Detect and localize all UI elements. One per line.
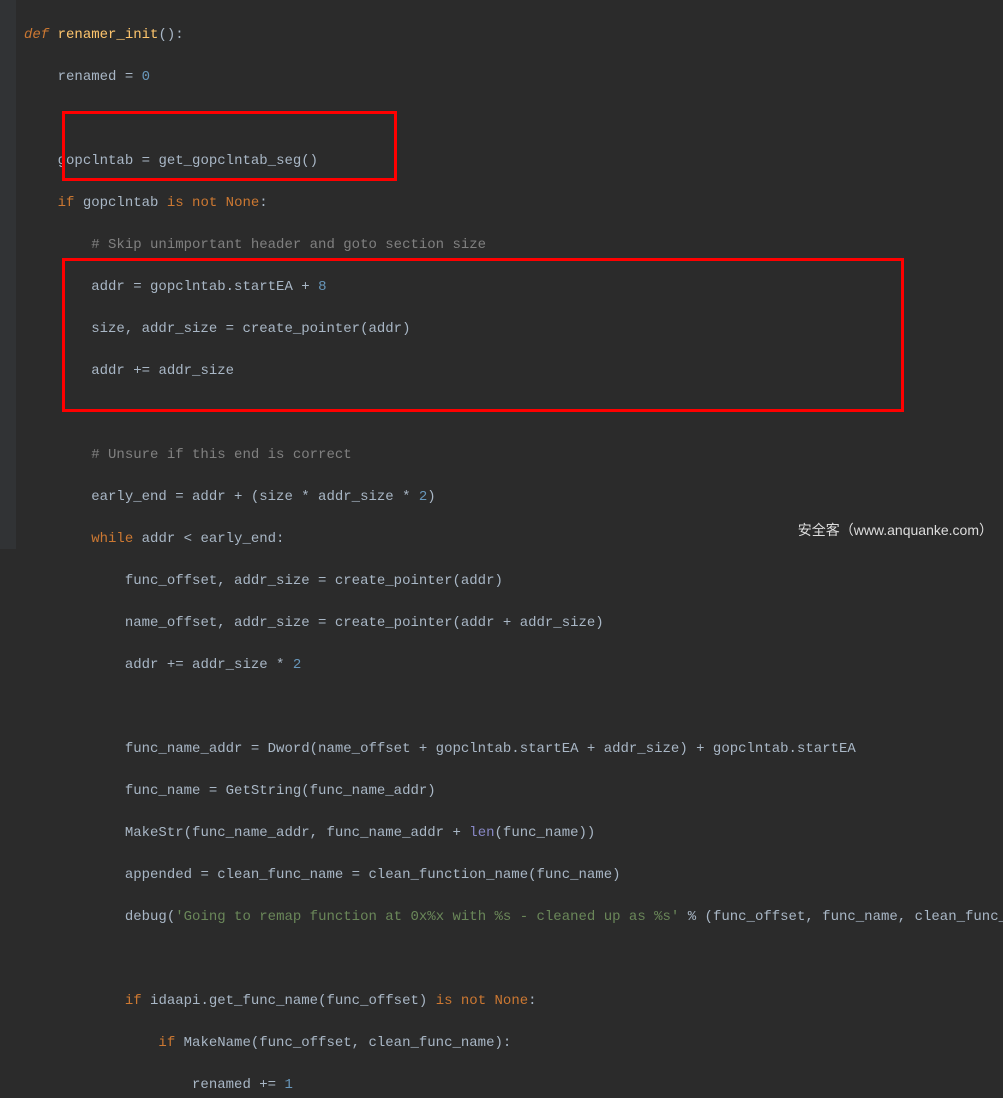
code-line: early_end = addr + (size * addr_size * 2… xyxy=(24,487,1003,508)
code-line: if gopclntab is not None: xyxy=(24,193,1003,214)
keyword-if: if xyxy=(58,195,75,211)
comment: # Skip unimportant header and goto secti… xyxy=(91,237,486,253)
code-line: debug('Going to remap function at 0x%x w… xyxy=(24,907,1003,928)
code-line: # Skip unimportant header and goto secti… xyxy=(24,235,1003,256)
code-line: gopclntab = get_gopclntab_seg() xyxy=(24,151,1003,172)
builtin-len: len xyxy=(469,825,494,841)
code-line: func_name_addr = Dword(name_offset + gop… xyxy=(24,739,1003,760)
code-line: # Unsure if this end is correct xyxy=(24,445,1003,466)
code-line: addr = gopclntab.startEA + 8 xyxy=(24,277,1003,298)
code-line xyxy=(24,697,1003,718)
code-line: addr += addr_size xyxy=(24,361,1003,382)
code-line: appended = clean_func_name = clean_funct… xyxy=(24,865,1003,886)
code-line: renamed += 1 xyxy=(24,1075,1003,1096)
code-line: MakeStr(func_name_addr, func_name_addr +… xyxy=(24,823,1003,844)
code-line xyxy=(24,403,1003,424)
keyword-while: while xyxy=(91,531,133,547)
string-literal: 'Going to remap function at 0x%x with %s… xyxy=(175,909,679,925)
code-line xyxy=(24,949,1003,970)
code-editor[interactable]: def renamer_init(): renamed = 0 gopclnta… xyxy=(16,0,1003,1098)
keyword-def: def xyxy=(24,27,49,43)
code-line: size, addr_size = create_pointer(addr) xyxy=(24,319,1003,340)
code-line: def renamer_init(): xyxy=(24,25,1003,46)
code-line: func_name = GetString(func_name_addr) xyxy=(24,781,1003,802)
code-line: addr += addr_size * 2 xyxy=(24,655,1003,676)
code-line xyxy=(24,109,1003,130)
code-line: func_offset, addr_size = create_pointer(… xyxy=(24,571,1003,592)
comment: # Unsure if this end is correct xyxy=(91,447,351,463)
code-line: if idaapi.get_func_name(func_offset) is … xyxy=(24,991,1003,1012)
func-name: renamer_init xyxy=(58,27,159,43)
code-line: renamed = 0 xyxy=(24,67,1003,88)
editor-gutter xyxy=(0,0,16,549)
code-line: if MakeName(func_offset, clean_func_name… xyxy=(24,1033,1003,1054)
keyword-if: if xyxy=(158,1035,175,1051)
watermark: 安全客（www.anquanke.com） xyxy=(798,520,993,541)
keyword-if: if xyxy=(125,993,142,1009)
code-line: name_offset, addr_size = create_pointer(… xyxy=(24,613,1003,634)
